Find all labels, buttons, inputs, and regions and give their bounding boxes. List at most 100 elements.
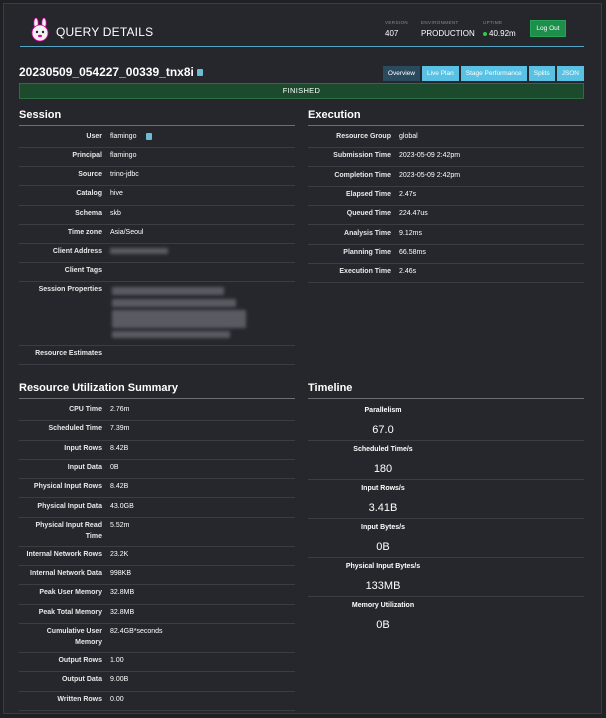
tab-splits[interactable]: Splits	[528, 66, 555, 81]
session-row-value: Asia/Seoul	[110, 229, 144, 236]
execution-row-value: 2.46s	[399, 268, 417, 276]
resource-row-key: Peak User Memory	[39, 589, 102, 597]
execution-row-value: global	[399, 133, 418, 140]
resource-row: Input Data 0B	[19, 460, 295, 480]
query-id-heading: 20230509_054227_00339_tnx8i	[19, 65, 203, 79]
session-rule	[19, 125, 295, 126]
resource-row: Output Rows 1.00	[19, 653, 295, 673]
uptime-value: 40.92m	[489, 29, 516, 38]
session-row: Time zone Asia/Seoul	[19, 225, 295, 244]
resource-row-key: Input Data	[67, 463, 102, 471]
tab-stage-performance[interactable]: Stage Performance	[460, 66, 527, 81]
resource-row-key: Peak Total Memory	[38, 608, 102, 616]
header-divider	[20, 46, 584, 47]
execution-row-key: Submission Time	[333, 152, 391, 160]
resource-row: Internal Network Rows 23.2K	[19, 547, 295, 567]
resource-row: Cumulative User Memory 82.4GB*seconds	[19, 624, 295, 653]
resource-row: Output Data 9.00B	[19, 672, 295, 692]
redacted-session-properties-2	[112, 299, 236, 307]
resource-row-key: Physical Input Read	[35, 521, 102, 529]
resource-row-key: Internal Network Data	[30, 570, 102, 578]
session-row-key: Resource Estimates	[35, 350, 102, 357]
resource-row: Scheduled Time 7.39m	[19, 421, 295, 441]
tab-overview[interactable]: Overview	[382, 66, 420, 81]
resource-row-value: 43.0GB	[110, 502, 134, 510]
resource-row: CPU Time 2.76m	[19, 402, 295, 422]
query-id: 20230509_054227_00339_tnx8i	[19, 65, 194, 79]
session-row-key: Source	[78, 171, 102, 178]
timeline-row-key: Input Rows/s	[361, 485, 405, 492]
user-copy-icon[interactable]	[146, 133, 152, 140]
timeline-row-key: Physical Input Bytes/s	[345, 563, 421, 570]
resource-row-key: Input Rows	[64, 444, 102, 452]
session-row-key: Session Properties	[38, 286, 102, 293]
tab-live-plan[interactable]: Live Plan	[421, 66, 459, 81]
timeline-title: Timeline	[308, 382, 353, 394]
uptime-value-wrap: 40.92m	[483, 29, 516, 38]
resource-row-key: Physical Input Rows	[33, 483, 102, 491]
session-row: Schema skb	[19, 206, 295, 225]
redacted-session-properties-4	[112, 331, 230, 338]
resource-row-value: 32.8MB	[110, 589, 135, 597]
resource-row-key: Output Rows	[58, 657, 102, 664]
execution-row: Submission Time 2023-05-09 2:42pm	[308, 148, 584, 168]
resource-row-value: 8.42B	[110, 444, 129, 452]
session-row-value: skb	[110, 210, 121, 217]
resources-title: Resource Utilization Summary	[19, 382, 178, 394]
query-state-bar: FINISHED	[19, 83, 584, 99]
page-title: QUERY DETAILS	[56, 25, 154, 39]
resource-row-value: 82.4GB*seconds	[110, 628, 163, 635]
execution-row: Completion Time 2023-05-09 2:42pm	[308, 168, 584, 187]
timeline-row-value: 67.0	[372, 424, 394, 436]
resource-row-value: 9.00B	[110, 676, 129, 684]
resource-row-key: CPU Time	[69, 406, 102, 413]
execution-row-value: 2023-05-09 2:42pm	[399, 171, 461, 179]
resource-row: Peak Total Memory 32.8MB	[19, 605, 295, 624]
environment-label: ENVIRONMENT	[421, 20, 459, 25]
session-row-value: trino-jdbc	[110, 171, 139, 178]
uptime-stat: UPTIME 40.92m	[483, 20, 516, 38]
timeline-row: Memory Utilization 0B	[308, 597, 584, 636]
redacted-client-address	[110, 248, 168, 254]
status-dot-icon	[483, 31, 487, 36]
execution-row-key: Queued Time	[346, 210, 391, 218]
execution-row-value: 66.58ms	[399, 248, 426, 256]
session-row-key: User	[86, 133, 102, 140]
session-row-value: hive	[110, 190, 123, 197]
timeline-row: Physical Input Bytes/s 133MB	[308, 558, 584, 597]
execution-row-value: 224.47us	[399, 210, 428, 218]
logout-button[interactable]: Log Out	[530, 20, 566, 37]
timeline-row-key: Memory Utilization	[351, 602, 415, 609]
timeline-row: Input Bytes/s 0B	[308, 519, 584, 558]
tab-json[interactable]: JSON	[556, 66, 584, 81]
execution-row-key: Planning Time	[343, 248, 391, 256]
resources-rule	[19, 398, 295, 399]
resource-row-value: 998KB	[110, 570, 132, 578]
timeline-row-key: Scheduled Time/s	[353, 446, 413, 453]
resource-row-value: 2.76m	[110, 406, 130, 413]
resource-row-value: 32.8MB	[110, 608, 135, 616]
session-row-key: Client Address	[52, 248, 102, 255]
resource-row: Written Rows 0.00	[19, 692, 295, 711]
execution-row-key: Elapsed Time	[345, 190, 391, 198]
timeline-row-value: 0B	[376, 619, 390, 631]
timeline-row-key: Parallelism	[364, 407, 402, 414]
resource-row: Internal Network Data 998KB	[19, 566, 295, 586]
session-row: Client Tags	[19, 263, 295, 282]
resource-row: Physical Input Rows 8.42B	[19, 479, 295, 499]
version-stat: VERSION 407	[385, 20, 408, 38]
execution-row: Resource Group global	[308, 129, 584, 148]
resource-row-key: Written Rows	[57, 695, 102, 703]
copy-icon[interactable]	[196, 69, 203, 77]
timeline-rule	[308, 398, 584, 399]
version-label: VERSION	[385, 20, 409, 25]
session-title: Session	[19, 109, 62, 121]
timeline-row-value: 3.41B	[368, 502, 398, 514]
session-row-key: Catalog	[76, 190, 102, 197]
session-row-value: flamingo	[110, 152, 137, 159]
resource-row-key-line2: Memory	[75, 639, 102, 646]
resource-row-key-line2: Time	[85, 532, 102, 540]
resource-row: Physical Input Read Time 5.52m	[19, 518, 295, 547]
execution-row-value: 9.12ms	[399, 229, 422, 237]
execution-title: Execution	[308, 109, 361, 121]
